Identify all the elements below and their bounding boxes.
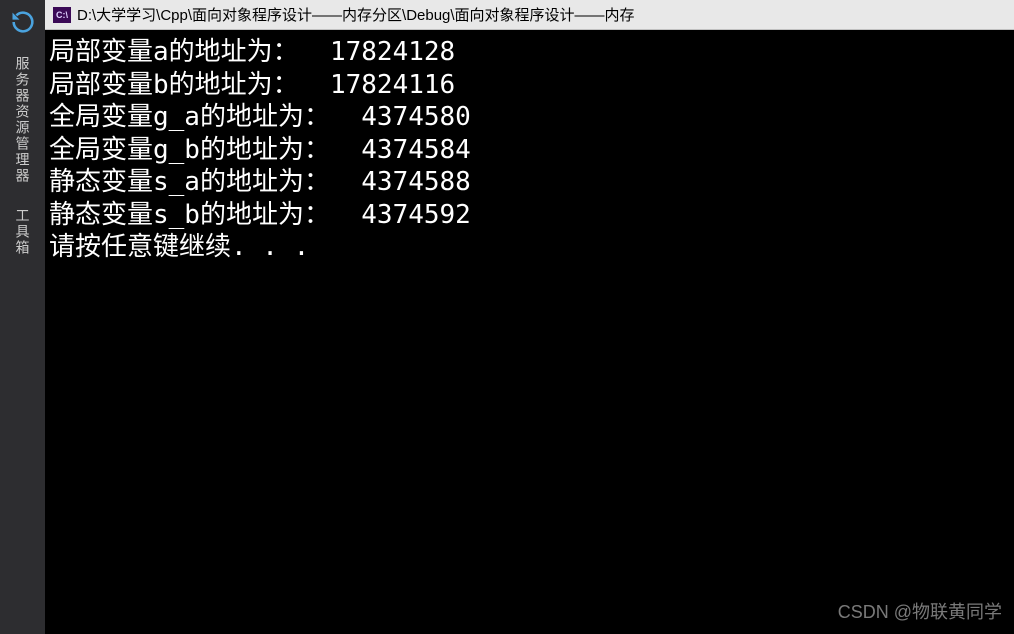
console-output[interactable]: 局部变量a的地址为： 17824128 局部变量b的地址为： 17824116 … <box>45 30 1014 634</box>
console-line: 全局变量g_b的地址为： 4374584 <box>49 134 1010 167</box>
window-title-bar[interactable]: C:\ D:\大学学习\Cpp\面向对象程序设计——内存分区\Debug\面向对… <box>45 0 1014 30</box>
console-line: 局部变量a的地址为： 17824128 <box>49 36 1010 69</box>
vs-left-sidebar: 服务器资源管理器 工具箱 <box>0 0 45 634</box>
refresh-icon[interactable] <box>9 8 37 36</box>
window-title: D:\大学学习\Cpp\面向对象程序设计——内存分区\Debug\面向对象程序设… <box>77 4 635 25</box>
sidebar-item-toolbox[interactable]: 工具箱 <box>13 208 33 256</box>
console-line: 局部变量b的地址为： 17824116 <box>49 69 1010 102</box>
sidebar-item-server-explorer[interactable]: 服务器资源管理器 <box>13 56 33 184</box>
console-app-icon: C:\ <box>53 7 71 23</box>
console-line: 请按任意键继续. . . <box>49 231 1010 264</box>
watermark: CSDN @物联黄同学 <box>838 598 1002 624</box>
console-line: 静态变量s_b的地址为： 4374592 <box>49 199 1010 232</box>
console-line: 全局变量g_a的地址为： 4374580 <box>49 101 1010 134</box>
console-line: 静态变量s_a的地址为： 4374588 <box>49 166 1010 199</box>
